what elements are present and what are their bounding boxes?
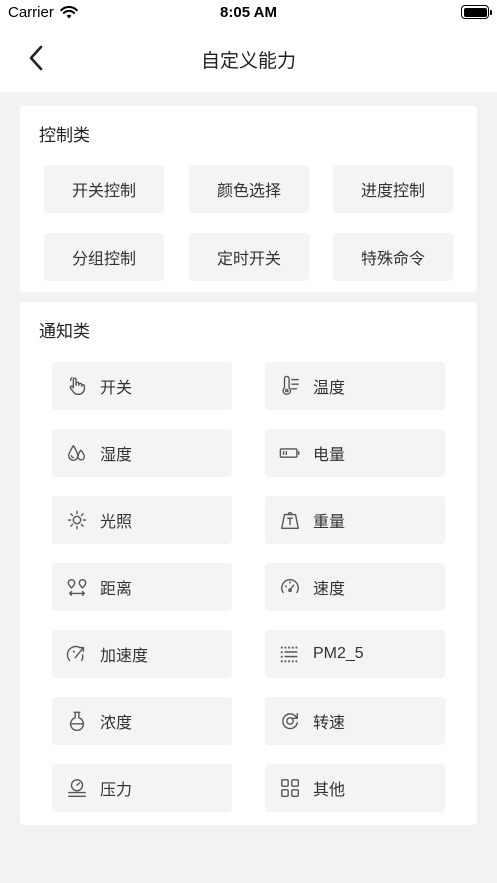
timer-switch-button[interactable]: 定时开关 [189,233,309,281]
notify-light-label: 光照 [100,512,133,531]
notify-switch-button[interactable]: 开关 [52,362,232,410]
notify-temperature-label: 温度 [313,378,346,397]
droplets-icon [66,442,88,464]
weight-icon [279,509,301,531]
notify-humidity-button[interactable]: 湿度 [52,429,232,477]
special-command-button[interactable]: 特殊命令 [333,233,453,281]
thermometer-icon [279,375,301,397]
control-section-card: 控制类 开关控制 颜色选择 进度控制 分组控制 定时开关 特殊命令 [20,106,477,292]
notify-section-card: 通知类 开关 温度 湿度 电量 光照 重量 距离 速度 加速度 PM2_5 浓度… [20,302,477,825]
notify-rotation-label: 转速 [313,713,346,732]
notify-pressure-label: 压力 [100,780,133,799]
status-time: 8:05 AM [220,4,277,21]
color-select-button[interactable]: 颜色选择 [189,165,309,213]
pressure-gauge-icon [66,777,88,799]
flask-icon [66,710,88,732]
notify-other-button[interactable]: 其他 [265,764,445,812]
control-section-title: 控制类 [39,126,90,146]
navigation-bar: 自定义能力 [0,26,497,92]
notify-concentration-label: 浓度 [100,713,133,732]
switch-control-button[interactable]: 开关控制 [44,165,164,213]
status-bar: Carrier 8:05 AM [0,0,497,26]
particles-icon [279,643,301,665]
speedometer-icon [279,576,301,598]
notify-weight-button[interactable]: 重量 [265,496,445,544]
notify-section-title: 通知类 [39,322,90,342]
notify-concentration-button[interactable]: 浓度 [52,697,232,745]
notify-humidity-label: 湿度 [100,445,133,464]
notify-acceleration-label: 加速度 [100,646,149,665]
battery-icon [461,5,492,19]
notify-light-button[interactable]: 光照 [52,496,232,544]
battery-level-icon [279,442,301,464]
notify-acceleration-button[interactable]: 加速度 [52,630,232,678]
page-title: 自定义能力 [200,50,296,72]
distance-icon [66,576,88,598]
notify-pm25-button[interactable]: PM2_5 [265,630,445,678]
rotation-icon [279,710,301,732]
notify-battery-button[interactable]: 电量 [265,429,445,477]
notify-distance-button[interactable]: 距离 [52,563,232,611]
grid-icon [279,777,301,799]
notify-speed-button[interactable]: 速度 [265,563,445,611]
notify-rotation-button[interactable]: 转速 [265,697,445,745]
notify-distance-label: 距离 [100,579,133,598]
notify-pressure-button[interactable]: 压力 [52,764,232,812]
notify-weight-label: 重量 [313,512,346,531]
progress-control-button[interactable]: 进度控制 [333,165,453,213]
notify-switch-label: 开关 [100,378,133,397]
acceleration-icon [66,643,88,665]
notify-other-label: 其他 [313,780,346,799]
sun-icon [66,509,88,531]
notify-pm25-label: PM2_5 [313,645,364,662]
hand-pointer-icon [66,375,88,397]
notify-temperature-button[interactable]: 温度 [265,362,445,410]
group-control-button[interactable]: 分组控制 [44,233,164,281]
notify-speed-label: 速度 [313,579,346,598]
notify-battery-label: 电量 [313,445,346,464]
